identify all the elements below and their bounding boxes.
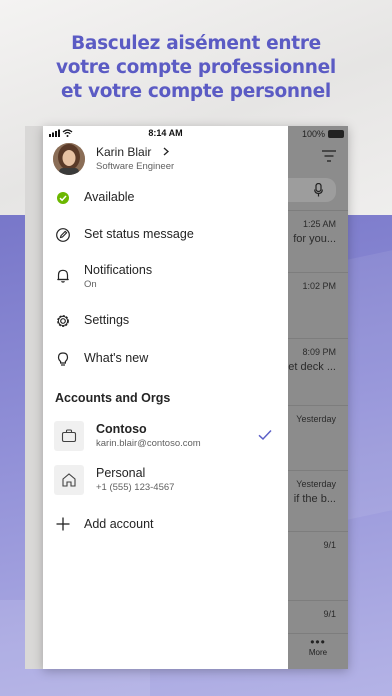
lightbulb-icon: [57, 352, 69, 366]
profile-name: Karin Blair: [96, 145, 152, 159]
more-tab[interactable]: ••• More: [288, 633, 348, 669]
battery-percent: 100%: [301, 129, 325, 139]
settings-label: Settings: [84, 313, 130, 327]
chat-time: 1:02 PM: [302, 281, 336, 291]
status-bar: 8:14 AM: [43, 126, 288, 140]
promo-headline: Basculez aisément entre votre compte pro…: [0, 32, 392, 104]
background-app[interactable]: 100% 1:25 AM for you... 1:02 PM 8:09 PM …: [288, 126, 348, 669]
headline-line-2: votre compte professionnel: [56, 57, 336, 78]
microphone-icon[interactable]: [314, 183, 323, 197]
chat-time: 9/1: [323, 540, 336, 550]
chat-time: 8:09 PM: [302, 347, 336, 357]
profile-role: Software Engineer: [96, 161, 175, 172]
chat-time: 1:25 AM: [302, 219, 336, 229]
headline-line-3: et votre compte personnel: [61, 81, 331, 102]
filter-icon[interactable]: [322, 150, 336, 162]
chat-snippet: for you...: [293, 233, 336, 245]
whats-new-label: What's new: [84, 351, 149, 365]
available-status-icon: [57, 192, 69, 204]
account-tile: [54, 465, 84, 495]
menu-available[interactable]: Available: [43, 181, 288, 215]
device-edge: [25, 126, 43, 669]
account-name: Personal: [96, 466, 146, 480]
add-account-button[interactable]: Add account: [43, 510, 288, 540]
chat-row[interactable]: Yesterday if the b...: [288, 470, 348, 532]
chat-snippet: if the b...: [293, 493, 336, 505]
chat-row[interactable]: Yesterday: [288, 405, 348, 467]
notifications-state: On: [84, 279, 97, 290]
available-label: Available: [84, 190, 135, 204]
battery-status: 100%: [302, 129, 344, 139]
chat-row[interactable]: 9/1: [288, 531, 348, 593]
menu-settings[interactable]: Settings: [43, 304, 288, 338]
headline-line-1: Basculez aisément entre: [71, 33, 321, 54]
chat-time: Yesterday: [296, 414, 336, 424]
menu-whats-new[interactable]: What's new: [43, 342, 288, 376]
account-drawer: 8:14 AM Karin Blair Software Engineer Av…: [43, 126, 288, 669]
accounts-section-title: Accounts and Orgs: [55, 391, 171, 405]
bell-icon: [57, 269, 69, 283]
account-email: karin.blair@contoso.com: [96, 438, 201, 449]
chat-time: 9/1: [323, 609, 336, 619]
account-phone: +1 (555) 123-4567: [96, 482, 175, 493]
chat-row[interactable]: 1:02 PM: [288, 272, 348, 334]
search-box[interactable]: [288, 178, 336, 202]
more-icon: •••: [310, 635, 326, 649]
status-time: 8:14 AM: [148, 128, 183, 138]
chat-snippet: et deck ...: [288, 361, 336, 373]
notifications-label: Notifications: [84, 263, 153, 277]
menu-notifications[interactable]: Notifications On: [43, 254, 288, 296]
account-item-contoso[interactable]: Contoso karin.blair@contoso.com: [43, 416, 288, 458]
briefcase-icon: [61, 429, 77, 443]
account-name: Contoso: [96, 422, 147, 436]
set-status-label: Set status message: [84, 227, 194, 241]
edit-status-icon: [56, 228, 70, 242]
checkmark-icon: [258, 429, 272, 441]
account-tile: [54, 421, 84, 451]
chat-time: Yesterday: [296, 479, 336, 489]
add-account-label: Add account: [84, 517, 154, 531]
chat-row[interactable]: 1:25 AM for you...: [288, 210, 348, 272]
menu-set-status[interactable]: Set status message: [43, 218, 288, 252]
chat-row[interactable]: 8:09 PM et deck ...: [288, 338, 348, 400]
avatar: [53, 143, 85, 175]
home-icon: [62, 473, 76, 487]
chevron-right-icon: [163, 147, 169, 156]
plus-icon: [56, 517, 70, 531]
battery-icon: [328, 130, 344, 138]
more-label: More: [308, 648, 328, 657]
profile-header[interactable]: Karin Blair Software Engineer: [53, 142, 283, 176]
phone-screen: 100% 1:25 AM for you... 1:02 PM 8:09 PM …: [43, 126, 348, 669]
account-item-personal[interactable]: Personal +1 (555) 123-4567: [43, 460, 288, 502]
gear-icon: [57, 315, 69, 327]
